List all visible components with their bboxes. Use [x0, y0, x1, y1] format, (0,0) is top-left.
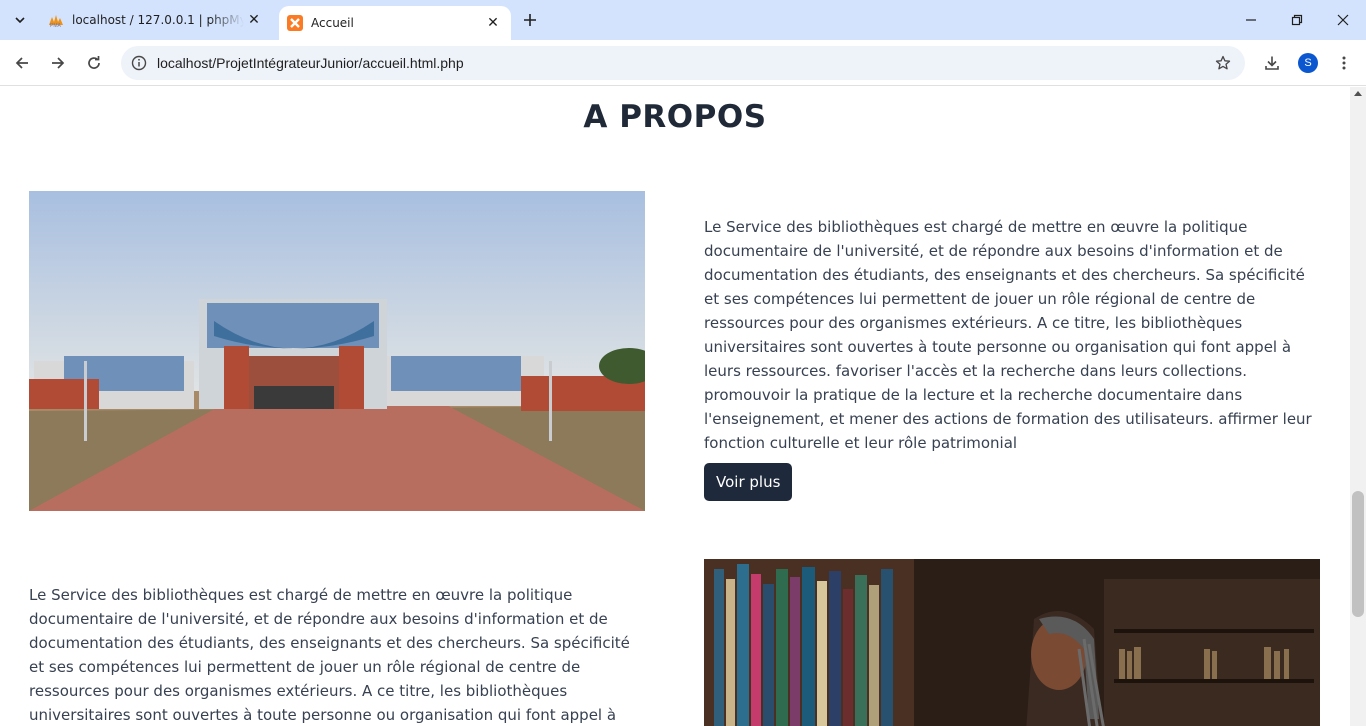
voir-plus-button[interactable]: Voir plus	[704, 463, 793, 501]
site-info-icon[interactable]	[129, 53, 149, 73]
download-icon	[1265, 56, 1279, 70]
downloads-button[interactable]	[1258, 49, 1286, 77]
close-tab-icon[interactable]: ✕	[244, 10, 264, 30]
phpmyadmin-icon: PMA	[49, 15, 63, 28]
new-tab-button[interactable]	[518, 8, 542, 32]
plus-icon	[524, 14, 536, 26]
browser-tabstrip: PMA localhost / 127.0.0.1 | phpMyAdmin ✕…	[0, 0, 1366, 40]
bookmark-star-icon[interactable]	[1213, 53, 1233, 73]
minimize-button[interactable]	[1228, 0, 1274, 40]
close-window-button[interactable]	[1320, 0, 1366, 40]
scrollbar-thumb[interactable]	[1352, 491, 1364, 617]
arrow-left-icon	[15, 57, 28, 69]
page-viewport: A PROPOS Le Service des bibliothèques es…	[0, 87, 1350, 726]
xampp-icon	[287, 15, 303, 31]
browser-toolbar: localhost/ProjetIntégrateurJunior/accuei…	[0, 40, 1366, 86]
minimize-icon	[1246, 19, 1256, 21]
scroll-up-icon[interactable]	[1354, 91, 1362, 96]
arrow-right-icon	[52, 57, 65, 69]
kebab-menu-icon	[1342, 56, 1346, 70]
url-text[interactable]: localhost/ProjetIntégrateurJunior/accuei…	[157, 55, 464, 71]
reload-button[interactable]	[80, 49, 108, 77]
about-paragraph-2: Le Service des bibliothèques est chargé …	[29, 586, 630, 724]
tab-phpmyadmin[interactable]: PMA localhost / 127.0.0.1 | phpMyAdmin ✕	[40, 0, 272, 40]
close-tab-icon[interactable]: ✕	[483, 13, 503, 33]
section-title: A PROPOS	[583, 99, 767, 135]
restore-button[interactable]	[1274, 0, 1320, 40]
close-icon	[1337, 14, 1349, 26]
back-button[interactable]	[8, 49, 36, 77]
tab-search-button[interactable]	[6, 6, 34, 34]
profile-avatar[interactable]: S	[1298, 53, 1318, 73]
menu-button[interactable]	[1330, 49, 1358, 77]
chevron-down-icon	[15, 17, 25, 24]
tab-accueil[interactable]: Accueil ✕	[279, 6, 511, 40]
reload-icon	[88, 56, 100, 69]
page-scrollbar[interactable]	[1350, 87, 1366, 726]
restore-icon	[1291, 14, 1303, 26]
svg-text:PMA: PMA	[50, 23, 62, 28]
about-paragraph-1: Le Service des bibliothèques est chargé …	[704, 218, 1312, 452]
address-bar[interactable]: localhost/ProjetIntégrateurJunior/accuei…	[121, 46, 1245, 80]
forward-button[interactable]	[44, 49, 72, 77]
tab-title: Accueil	[311, 16, 354, 30]
library-student-image	[704, 559, 1320, 726]
tab-title: localhost / 127.0.0.1 | phpMyAdmin	[72, 13, 244, 27]
university-building-image	[29, 191, 645, 511]
